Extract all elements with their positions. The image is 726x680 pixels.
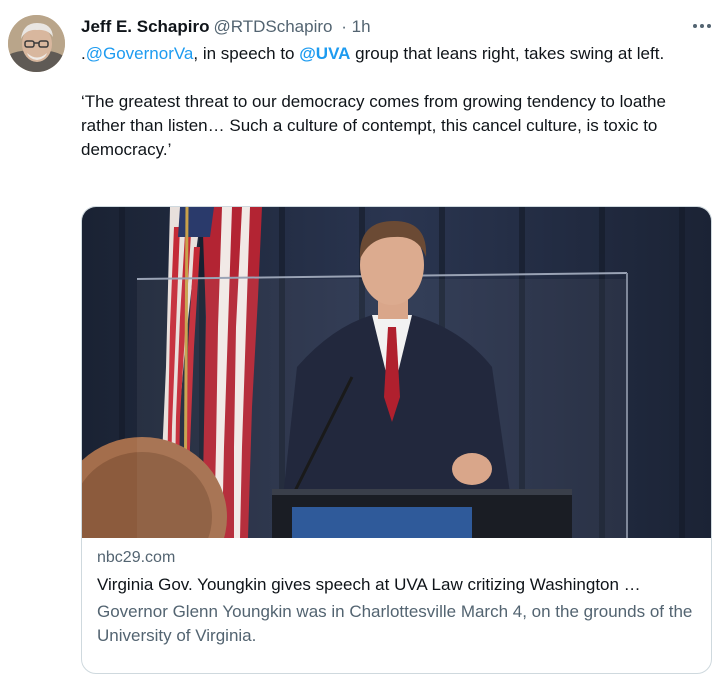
- tweet-header: Jeff E. Schapiro @RTDSchapiro · 1h: [81, 16, 371, 38]
- author-name[interactable]: Jeff E. Schapiro: [81, 17, 209, 36]
- mention-governorva[interactable]: @GovernorVa: [86, 44, 194, 63]
- more-options-icon[interactable]: [690, 16, 714, 38]
- tweet-text-suffix: group that leans right, takes swing at l…: [350, 44, 665, 63]
- avatar[interactable]: [8, 15, 65, 72]
- tweet-paragraph-2: ‘The greatest threat to our democracy co…: [81, 92, 666, 159]
- avatar-photo: [8, 15, 65, 72]
- link-preview-card[interactable]: nbc29.com Virginia Gov. Youngkin gives s…: [81, 206, 712, 674]
- tweet-text: .@GovernorVa, in speech to @UVA group th…: [81, 42, 711, 162]
- header-separator: ·: [341, 17, 347, 36]
- ellipsis-horizontal-icon: [693, 24, 711, 28]
- card-domain: nbc29.com: [97, 549, 176, 566]
- card-text: nbc29.com Virginia Gov. Youngkin gives s…: [97, 548, 697, 648]
- card-title: Virginia Gov. Youngkin gives speech at U…: [97, 575, 641, 594]
- tweet-timestamp[interactable]: 1h: [352, 17, 371, 36]
- card-image: [82, 207, 711, 538]
- author-handle[interactable]: @RTDSchapiro: [213, 17, 332, 36]
- tweet[interactable]: Jeff E. Schapiro @RTDSchapiro · 1h .@Gove…: [0, 0, 726, 680]
- tweet-text-mid: , in speech to: [193, 44, 300, 63]
- mention-uva[interactable]: @UVA: [299, 44, 350, 63]
- tweet-paragraph-1: .@GovernorVa, in speech to @UVA group th…: [81, 42, 711, 66]
- card-description: Governor Glenn Youngkin was in Charlotte…: [97, 602, 693, 645]
